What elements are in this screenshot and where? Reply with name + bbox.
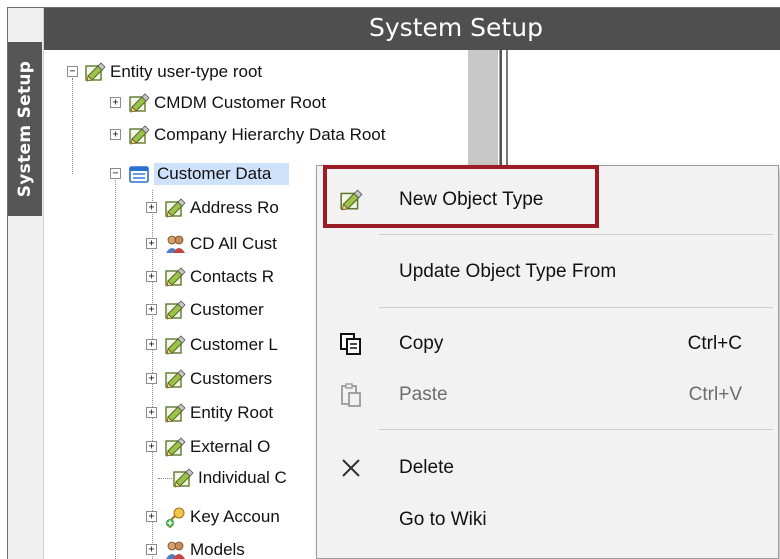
object-type-icon [164, 266, 186, 288]
tree-node[interactable]: Individual C [172, 465, 287, 491]
tree-node[interactable]: External O [164, 434, 270, 460]
tree-node-label: Key Accoun [190, 507, 280, 526]
object-type-icon [128, 92, 150, 114]
tree-node[interactable]: CD All Cust [164, 231, 277, 257]
tree-node-label: Customer [190, 300, 264, 319]
expand-toggle[interactable]: + [110, 97, 121, 108]
close-icon [342, 459, 360, 477]
tree-connector [72, 78, 73, 174]
tree-node-label: Contacts R [190, 267, 275, 286]
expand-toggle[interactable]: + [146, 202, 157, 213]
menu-separator [379, 429, 773, 430]
object-type-icon [164, 436, 186, 458]
tree-node-label: CD All Cust [190, 234, 277, 253]
tree-node[interactable]: Entity Root [164, 400, 273, 426]
expand-toggle[interactable]: + [146, 304, 157, 315]
tree-node[interactable]: Models [164, 537, 245, 559]
tree-node-label: CMDM Customer Root [154, 93, 326, 112]
menu-item-label: Copy [399, 333, 444, 354]
collapse-toggle[interactable]: − [110, 168, 121, 179]
users-icon [164, 233, 186, 255]
menu-item-copy[interactable]: Copy Ctrl+C [317, 321, 778, 367]
menu-item-label: Paste [399, 384, 448, 405]
expand-toggle[interactable]: + [146, 271, 157, 282]
tree-node[interactable]: Contacts R [164, 264, 274, 290]
expand-toggle[interactable]: + [146, 339, 157, 350]
object-type-icon [164, 368, 186, 390]
menu-item-label: Update Object Type From [399, 261, 617, 282]
tree-node[interactable]: Key Accoun [164, 504, 280, 530]
object-type-icon [164, 197, 186, 219]
menu-separator [379, 234, 773, 235]
menu-item-shortcut: Ctrl+C [687, 333, 742, 354]
tree-node-label: External O [190, 437, 271, 456]
tree-connector [115, 178, 116, 559]
object-type-icon [172, 467, 194, 489]
collapse-toggle[interactable]: − [67, 66, 78, 77]
object-type-icon [164, 334, 186, 356]
object-type-icon [164, 402, 186, 424]
copy-icon [340, 333, 361, 355]
users-icon [164, 539, 186, 559]
tree-node[interactable]: Customer L [164, 332, 278, 358]
expand-toggle[interactable]: + [146, 407, 157, 418]
tree-node-label: Customer L [190, 335, 278, 354]
menu-item-delete[interactable]: Delete [317, 445, 778, 491]
expand-toggle[interactable]: + [146, 441, 157, 452]
highlight-box [323, 165, 599, 228]
menu-separator [379, 307, 773, 308]
tree-node-label: Customer Data [154, 163, 290, 185]
tree-node-label: Customers [190, 369, 273, 388]
tree-node[interactable]: Company Hierarchy Data Root [128, 122, 385, 148]
key-icon [164, 506, 186, 528]
tree-node-label: Entity Root [190, 403, 274, 422]
menu-item-shortcut: Ctrl+V [688, 384, 742, 405]
tree-node-selected[interactable]: Customer Data [128, 161, 290, 187]
tree-node-label: Address Ro [190, 198, 279, 217]
tree-node-label: Individual C [198, 468, 287, 487]
tree-node-root[interactable]: Entity user-type root [84, 59, 262, 85]
expand-toggle[interactable]: + [146, 238, 157, 249]
tree-node[interactable]: Customers [164, 366, 272, 392]
expand-toggle[interactable]: + [146, 544, 157, 555]
panel-header: System Setup [44, 8, 780, 50]
menu-item-paste[interactable]: Paste Ctrl+V [317, 372, 778, 418]
tree-node[interactable]: Address Ro [164, 195, 279, 221]
object-type-icon [164, 299, 186, 321]
tree-connector [158, 478, 172, 479]
menu-item-go-to-wiki[interactable]: Go to Wiki [317, 497, 778, 543]
folder-icon [128, 163, 150, 185]
tree-node-label: Company Hierarchy Data Root [154, 125, 386, 144]
tree-node[interactable]: CMDM Customer Root [128, 90, 326, 116]
expand-toggle[interactable]: + [110, 129, 121, 140]
tree-node[interactable]: Customer [164, 297, 264, 323]
object-type-icon [128, 124, 150, 146]
page-title: System Setup [369, 13, 543, 42]
side-tab-label: System Setup [15, 60, 35, 198]
paste-icon [341, 383, 361, 407]
tree-node-label: Models [190, 540, 245, 559]
menu-item-label: Delete [399, 457, 454, 478]
menu-item-update-object-type-from[interactable]: Update Object Type From [317, 249, 778, 295]
expand-toggle[interactable]: + [146, 511, 157, 522]
menu-item-label: Go to Wiki [399, 509, 487, 530]
side-tab-system-setup[interactable]: System Setup [8, 42, 42, 216]
tree-node-label: Entity user-type root [110, 62, 263, 81]
object-type-icon [84, 61, 106, 83]
expand-toggle[interactable]: + [146, 373, 157, 384]
